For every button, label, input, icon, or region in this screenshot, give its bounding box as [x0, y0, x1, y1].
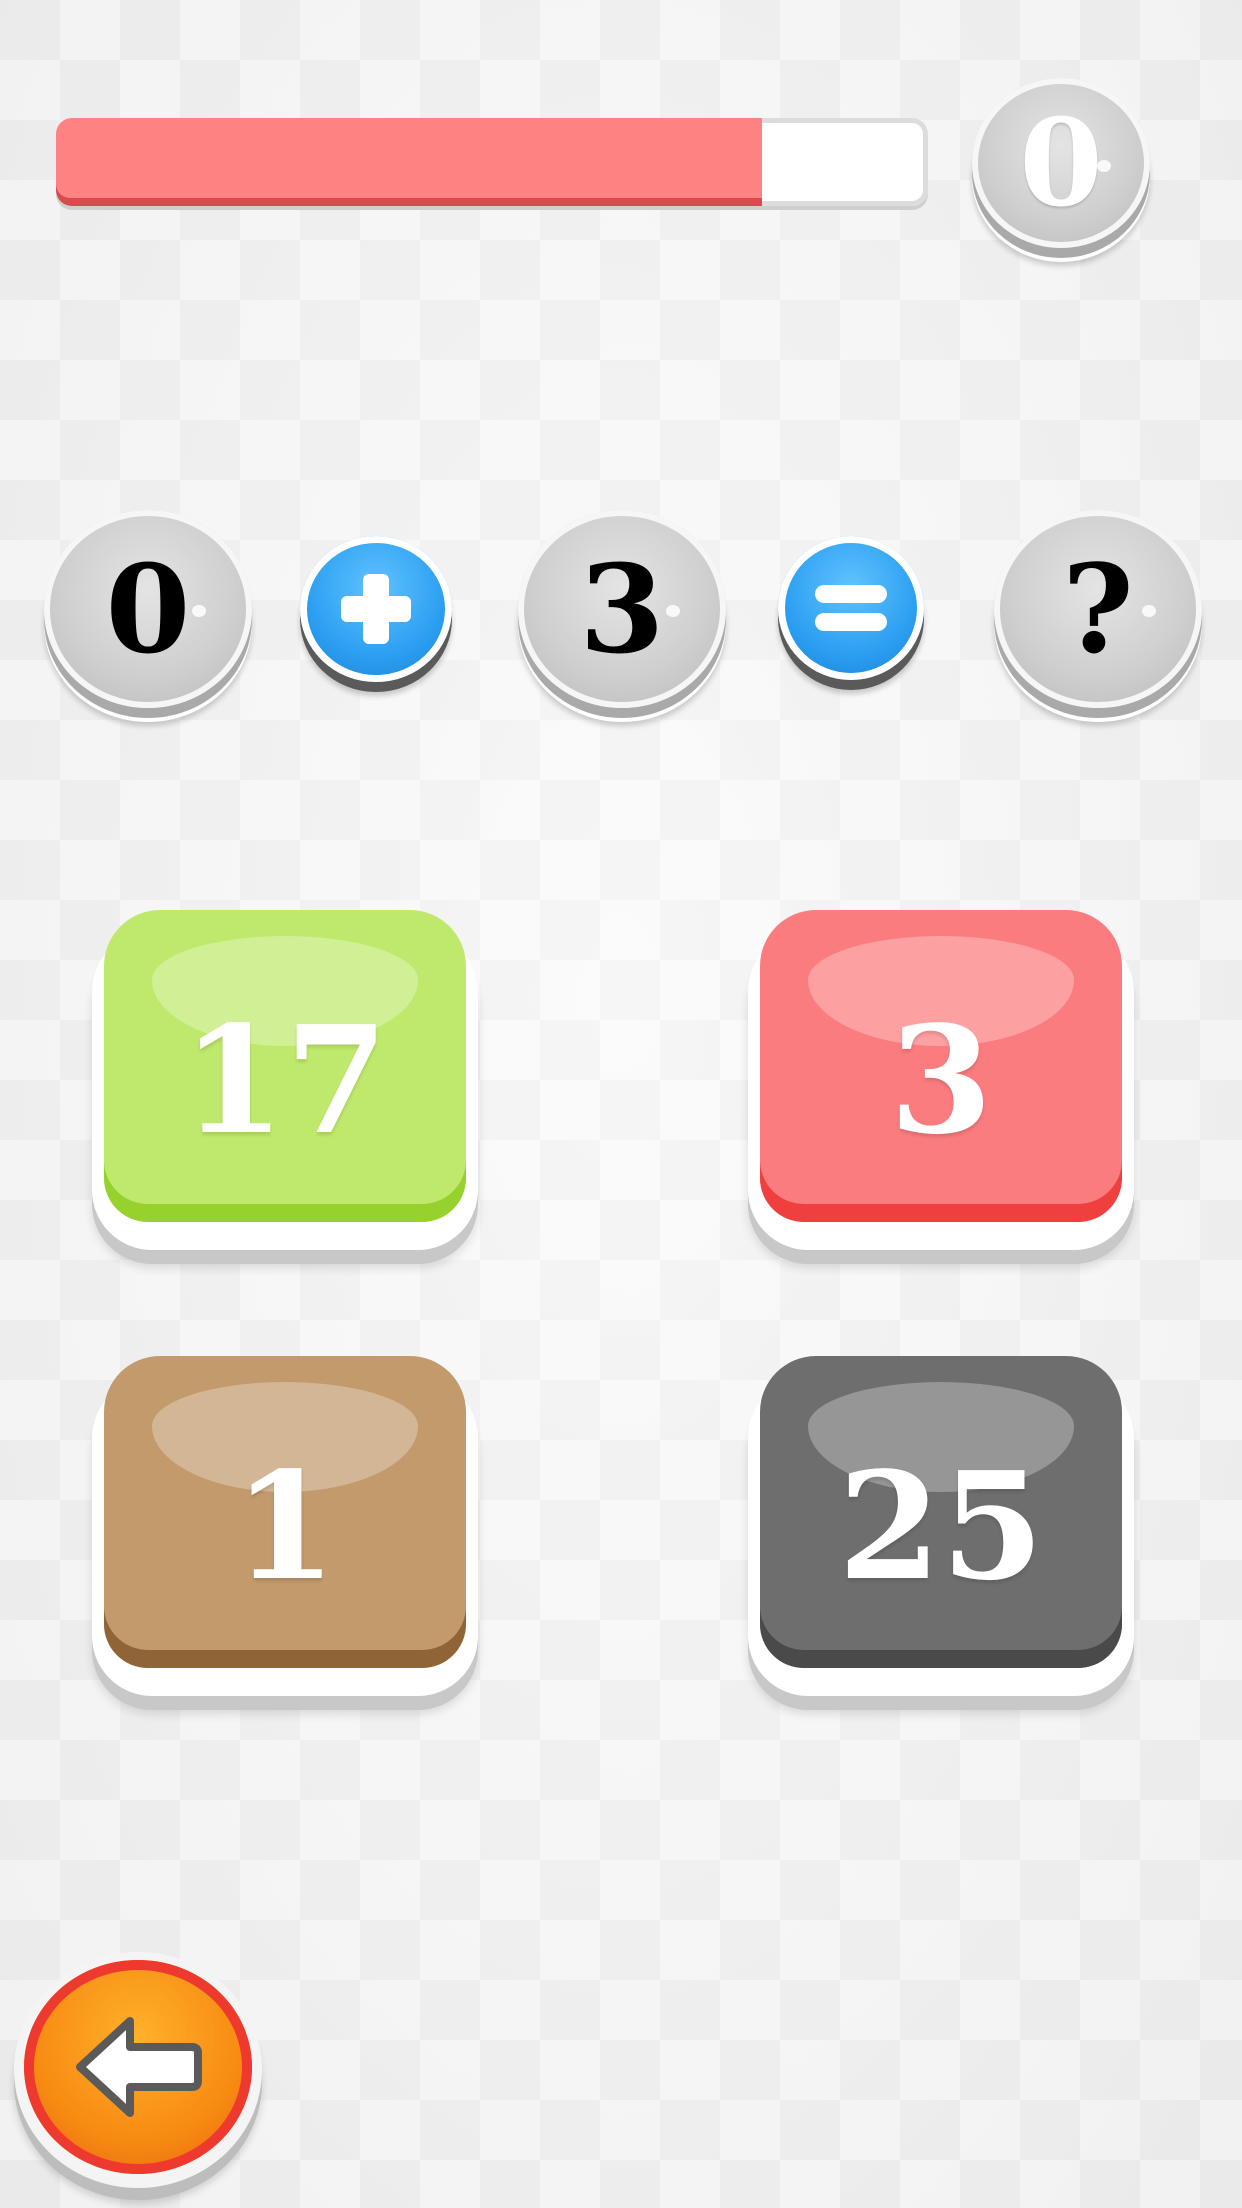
answer-value: 17	[182, 993, 388, 1167]
answer-button-1[interactable]: 17	[92, 910, 478, 1250]
timer-fill	[56, 118, 763, 206]
answer-button-face: 17	[104, 910, 466, 1222]
answer-button-4[interactable]: 25	[748, 1356, 1134, 1696]
timer-bar	[56, 118, 928, 206]
answer-button-2[interactable]: 3	[748, 910, 1134, 1250]
answer-value: 3	[889, 993, 993, 1167]
plus-glyph	[341, 574, 411, 644]
back-button[interactable]	[14, 1952, 262, 2188]
result-unknown: ?	[994, 510, 1202, 708]
answer-value: 25	[838, 1439, 1044, 1613]
arrow-left-icon	[76, 2017, 202, 2117]
plus-icon	[300, 536, 452, 682]
score-counter: 0	[972, 78, 1150, 248]
equals-glyph	[815, 585, 887, 631]
operand-b: 3	[518, 510, 726, 708]
answer-value: 1	[233, 1439, 337, 1613]
answer-button-face: 3	[760, 910, 1122, 1222]
answer-button-face: 25	[760, 1356, 1122, 1668]
equals-icon	[778, 536, 924, 680]
answer-button-face: 1	[104, 1356, 466, 1668]
operand-a: 0	[44, 510, 252, 708]
back-button-face	[24, 1960, 252, 2174]
answer-button-3[interactable]: 1	[92, 1356, 478, 1696]
